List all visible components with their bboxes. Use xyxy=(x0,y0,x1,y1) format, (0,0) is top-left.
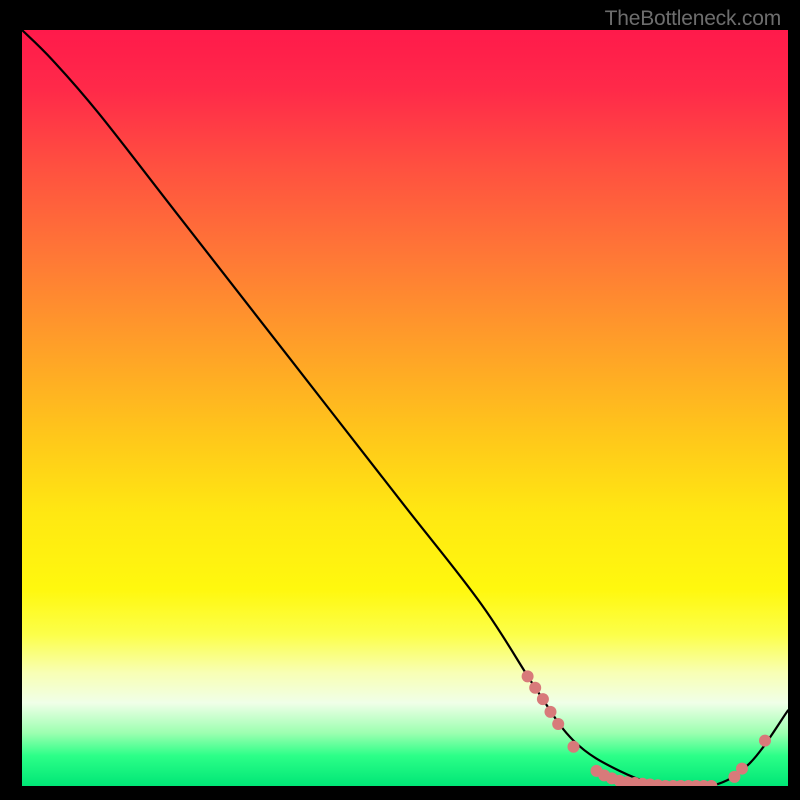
highlight-point xyxy=(545,706,557,718)
highlight-point xyxy=(552,718,564,730)
highlight-point xyxy=(705,780,717,786)
highlight-point xyxy=(529,682,541,694)
chart-frame: TheBottleneck.com xyxy=(5,5,795,795)
highlight-point xyxy=(759,735,771,747)
highlight-point xyxy=(568,741,580,753)
curve-layer xyxy=(22,30,788,786)
bottleneck-curve xyxy=(22,30,788,786)
highlight-point xyxy=(522,670,534,682)
watermark-text: TheBottleneck.com xyxy=(605,7,781,31)
highlight-markers xyxy=(522,670,771,786)
highlight-point xyxy=(537,693,549,705)
curve-svg xyxy=(22,30,788,786)
plot-area xyxy=(22,30,788,786)
highlight-point xyxy=(736,763,748,775)
